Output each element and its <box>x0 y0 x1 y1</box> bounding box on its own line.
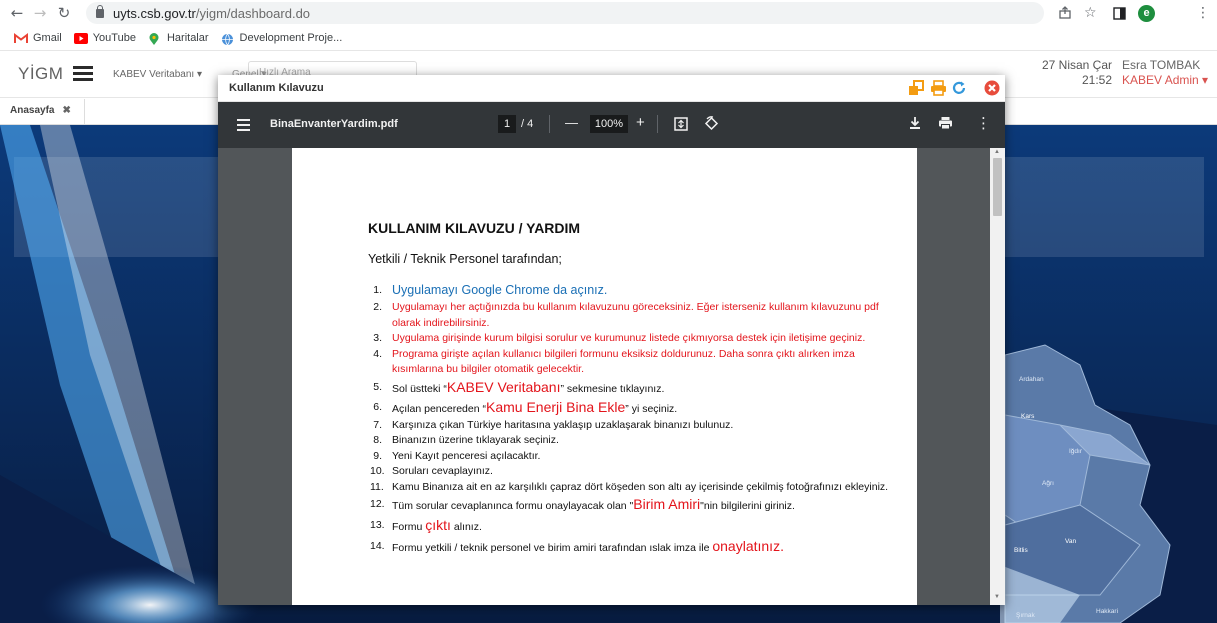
bookmark-label: Haritalar <box>166 32 209 44</box>
doc-subtitle: Yetkili / Teknik Personel tarafından; <box>368 252 562 266</box>
url-path: /yigm/dashboard.do <box>195 5 311 21</box>
pdf-scrollbar[interactable]: ▲ ▼ <box>990 148 1005 605</box>
map-label-bitlis: Bitlis <box>1014 547 1028 554</box>
profile-initial: e <box>1138 4 1155 22</box>
scroll-down-icon[interactable]: ▼ <box>994 594 1000 600</box>
pdf-more-icon[interactable]: ⋮ <box>976 114 991 132</box>
youtube-icon <box>73 32 88 44</box>
maps-pin-icon <box>148 32 162 45</box>
download-icon[interactable] <box>909 116 921 135</box>
browser-toolbar: ← → ↻ uyts.csb.gov.tr/yigm/dashboard.do … <box>0 0 1217 26</box>
bookmark-label: YouTube <box>92 32 136 44</box>
pdf-divider <box>657 115 658 133</box>
list-item: 12. Tüm sorular cevaplanınca formu onayla… <box>370 496 795 512</box>
bookmark-development[interactable]: Development Proje... <box>221 32 343 46</box>
map-label-ardahan: Ardahan <box>1019 376 1044 383</box>
pdf-page-total: / 4 <box>521 118 534 130</box>
dialog-header: Kullanım Kılavuzu <box>218 75 1005 102</box>
tab-home[interactable]: Anasayfa ✖ <box>0 99 85 125</box>
tab-close-icon[interactable]: ✖ <box>62 105 70 116</box>
back-icon[interactable]: ← <box>6 4 28 22</box>
star-icon[interactable]: ☆ <box>1084 3 1097 23</box>
list-item: 2. Uygulamayı her açtığınızda bu kullanım… <box>373 301 879 329</box>
list-item: 10. Soruları cevaplayınız. <box>370 465 493 477</box>
reload-icon[interactable]: ↻ <box>53 4 75 22</box>
time-text: 21:52 <box>1081 73 1112 87</box>
map-label-van: Van <box>1065 538 1076 545</box>
user-guide-dialog: Kullanım Kılavuzu BinaEnvanterYardim.pdf… <box>218 75 1005 605</box>
pdf-page: KULLANIM KILAVUZU / YARDIM Yetkili / Tek… <box>292 148 917 605</box>
list-item: 13. Formu çıktı alınız. <box>370 517 482 533</box>
bookmark-maps[interactable]: Haritalar <box>148 32 209 45</box>
list-item: 4. Programa girişte açılan kullanıcı bilg… <box>373 347 855 376</box>
bookmarks-bar: Gmail YouTube Haritalar Development Proj… <box>0 27 1217 49</box>
list-item: 14. Formu yetkili / teknik personel ve bi… <box>370 538 784 554</box>
zoom-input[interactable]: 100% <box>590 115 628 133</box>
bookmark-label: Gmail <box>33 32 62 44</box>
share-icon[interactable] <box>1058 3 1072 23</box>
zoom-in-button[interactable]: + <box>636 114 645 131</box>
bookmark-youtube[interactable]: YouTube <box>73 32 136 44</box>
scrollbar-thumb[interactable] <box>993 158 1002 216</box>
pdf-menu-icon[interactable] <box>237 119 250 131</box>
hamburger-menu-icon[interactable] <box>73 66 93 81</box>
close-icon[interactable] <box>984 80 1000 98</box>
list-item: 7. Karşınıza çıkan Türkiye haritasına yak… <box>373 418 734 431</box>
forward-icon[interactable]: → <box>29 4 51 22</box>
datetime: 27 Nisan Çar 21:52 <box>1035 58 1112 88</box>
print-icon[interactable] <box>930 80 947 98</box>
fit-page-icon[interactable] <box>674 117 688 136</box>
profile-avatar[interactable]: e <box>1138 3 1155 23</box>
gmail-icon <box>14 32 28 44</box>
kebab-menu-icon[interactable]: ⋮ <box>1196 3 1210 23</box>
pdf-filename: BinaEnvanterYardim.pdf <box>270 118 398 130</box>
pdf-page-input[interactable]: 1 <box>498 115 516 133</box>
doc-title: KULLANIM KILAVUZU / YARDIM <box>368 220 581 236</box>
list-item: 11. Kamu Binanıza ait en az karşılıklı ça… <box>370 480 889 493</box>
app-logo[interactable]: YİGM <box>18 64 63 84</box>
bookmark-gmail[interactable]: Gmail <box>14 32 62 44</box>
list-item: 6. Açılan pencereden “Kamu Enerji Bina Ek… <box>373 398 678 415</box>
user-menu[interactable]: Esra TOMBAK KABEV Admin ▾ <box>1122 58 1208 88</box>
tab-home-label: Anasayfa <box>10 105 55 116</box>
map-label-agri: Ağrı <box>1042 480 1054 487</box>
list-item: 8. Binanızın üzerine tıklayarak seçiniz. <box>373 434 559 446</box>
sidepanel-icon[interactable] <box>1113 3 1126 23</box>
list-item: 1. Uygulamayı Google Chrome da açınız. <box>373 283 608 297</box>
doc-steps-list: 1. Uygulamayı Google Chrome da açınız. 2.… <box>370 282 904 557</box>
url-host: uyts.csb.gov.tr <box>113 5 196 21</box>
list-item: 5. Sol üstteki “KABEV Veritabanı” sekmesi… <box>373 378 665 395</box>
pdf-toolbar: BinaEnvanterYardim.pdf 1 / 4 — 100% + ⋮ <box>218 102 1005 148</box>
user-role-dropdown[interactable]: KABEV Admin ▾ <box>1122 73 1208 88</box>
bookmark-label: Development Proje... <box>239 32 343 44</box>
zoom-out-button[interactable]: — <box>565 115 578 130</box>
menu-kabev[interactable]: KABEV Veritabanı ▾ <box>113 69 202 80</box>
map-label-kars: Kars <box>1021 413 1035 420</box>
restore-window-icon[interactable] <box>908 80 925 98</box>
map-label-igdir: Iğdır <box>1069 448 1083 455</box>
rotate-icon[interactable] <box>704 116 719 136</box>
lock-icon <box>96 4 104 18</box>
refresh-icon[interactable] <box>951 80 967 98</box>
pdf-divider <box>549 115 550 133</box>
address-bar[interactable]: uyts.csb.gov.tr/yigm/dashboard.do <box>86 2 1044 24</box>
map-label-hakkari: Hakkari <box>1096 608 1118 615</box>
globe-icon <box>221 33 235 46</box>
pdf-print-icon[interactable] <box>938 116 953 135</box>
dialog-title: Kullanım Kılavuzu <box>229 82 324 94</box>
screen: ← → ↻ uyts.csb.gov.tr/yigm/dashboard.do … <box>0 0 1217 623</box>
list-item: 3. Uygulama girişinde kurum bilgisi sorul… <box>373 332 866 344</box>
scroll-up-icon[interactable]: ▲ <box>994 149 1000 155</box>
pdf-viewer[interactable]: KULLANIM KILAVUZU / YARDIM Yetkili / Tek… <box>218 148 1005 605</box>
date-text: 27 Nisan Çar <box>1041 58 1112 72</box>
list-item: 9. Yeni Kayıt penceresi açılacaktır. <box>373 449 541 462</box>
user-name: Esra TOMBAK <box>1122 58 1201 72</box>
map-label-sirnak: Şırnak <box>1016 612 1036 619</box>
